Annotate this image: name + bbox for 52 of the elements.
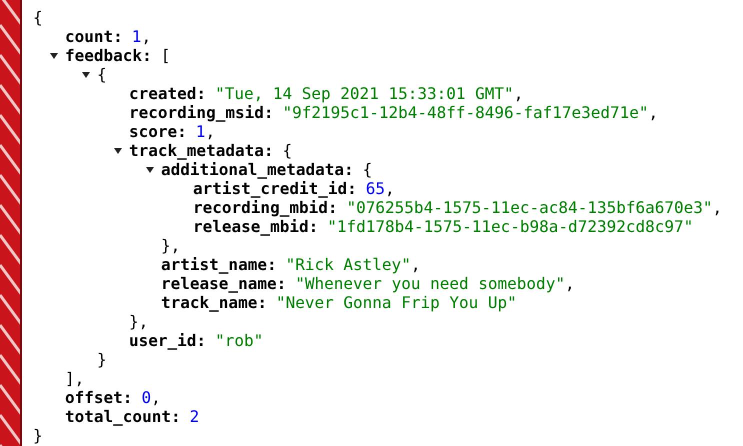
open-bracket: [ xyxy=(160,46,170,65)
close-bracket: ], xyxy=(65,369,84,388)
number-value: 65 xyxy=(366,179,386,198)
number-value: 1 xyxy=(132,27,142,46)
json-key: feedback: xyxy=(65,46,152,65)
collapse-triangle-icon[interactable] xyxy=(114,146,122,154)
json-key: release_mbid: xyxy=(193,217,318,236)
json-key: offset: xyxy=(65,388,132,407)
close-bracket: }, xyxy=(129,312,148,331)
json-key: recording_msid: xyxy=(129,103,274,122)
json-key: count: xyxy=(65,27,123,46)
number-value: 0 xyxy=(141,388,152,407)
comma: , xyxy=(514,84,524,103)
comma: , xyxy=(151,388,161,407)
string-value: "1fd178b4-1575-11ec-b98a-d72392cd8c97" xyxy=(327,217,694,236)
comma: , xyxy=(410,255,420,274)
json-key: track_metadata: xyxy=(129,141,274,160)
json-key: user_id: xyxy=(129,331,206,350)
string-value: "Tue, 14 Sep 2021 15:33:01 GMT" xyxy=(215,84,514,103)
open-bracket: { xyxy=(362,160,372,179)
comma: , xyxy=(712,198,722,217)
number-value: 2 xyxy=(190,407,200,426)
json-key: score: xyxy=(129,122,187,141)
collapse-triangle-icon[interactable] xyxy=(50,52,58,60)
json-key: created: xyxy=(129,84,206,103)
close-bracket: } xyxy=(97,350,107,369)
open-bracket: { xyxy=(33,8,43,27)
string-value: "Whenever you need somebody" xyxy=(295,274,565,293)
string-value: "Rick Astley" xyxy=(286,255,411,274)
string-value: "rob" xyxy=(215,331,264,350)
json-key: artist_name: xyxy=(161,255,277,274)
comma: , xyxy=(564,274,575,293)
open-bracket: { xyxy=(97,65,107,84)
comma: , xyxy=(141,27,152,46)
string-value: "Never Gonna Frip You Up" xyxy=(276,293,517,312)
string-value: "9f2195c1-12b4-48ff-8496-faf17e3ed71e" xyxy=(282,103,649,122)
number-value: 1 xyxy=(196,122,206,141)
comma: , xyxy=(205,122,216,141)
collapse-triangle-icon[interactable] xyxy=(82,70,90,78)
comma: , xyxy=(648,103,658,122)
comma: , xyxy=(385,179,395,198)
json-key: recording_mbid: xyxy=(193,198,338,217)
close-bracket: }, xyxy=(161,236,180,255)
close-bracket: } xyxy=(33,426,43,445)
json-key: track_name: xyxy=(161,293,267,312)
json-key: release_name: xyxy=(161,274,286,293)
json-key: artist_credit_id: xyxy=(193,179,357,198)
open-bracket: { xyxy=(282,141,292,160)
string-value: "076255b4-1575-11ec-ac84-135bf6a670e3" xyxy=(346,198,713,217)
json-key: additional_metadata: xyxy=(161,160,354,179)
json-key: total_count: xyxy=(65,407,181,426)
collapse-triangle-icon[interactable] xyxy=(146,166,154,174)
